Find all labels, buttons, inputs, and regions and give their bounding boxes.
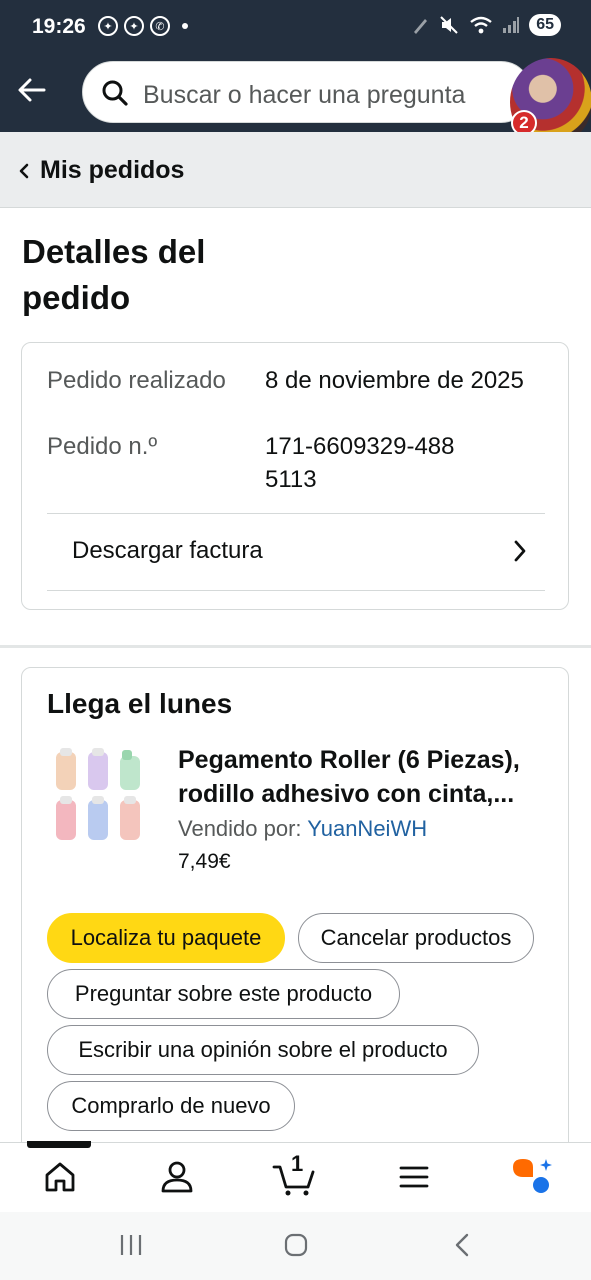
status-system-icons: 65 [411, 14, 561, 36]
signal-icon [503, 17, 520, 33]
account-icon[interactable] [157, 1157, 197, 1197]
product-title[interactable]: Pegamento Roller (6 Piezas), rodillo adh… [178, 743, 548, 811]
order-number-value: 171-6609329-4885113 [265, 433, 455, 493]
assistant-icon[interactable] [510, 1155, 554, 1199]
home-system-icon[interactable] [283, 1232, 309, 1258]
breadcrumb-label: Mis pedidos [40, 156, 185, 184]
wifi-icon [470, 16, 492, 34]
seller-link[interactable]: YuanNeiWH [307, 816, 427, 841]
cart-button[interactable]: 1 [272, 1151, 318, 1197]
seller-label: Vendido por: [178, 816, 302, 841]
ask-product-question-button[interactable]: Preguntar sobre este producto [47, 969, 400, 1019]
page-title: Detalles del pedido [22, 233, 206, 316]
chevron-left-icon [19, 163, 29, 179]
status-bar: 19:26 ✦ ✦ ✆ 65 [0, 0, 591, 56]
product-title-line1: Pegamento Roller (6 Piezas), [178, 746, 520, 774]
delivery-status-title: Llega el lunes [47, 688, 233, 719]
order-number-label: Pedido n.º [47, 433, 158, 460]
messenger-icon: ✦ [98, 16, 118, 36]
order-placed-value: 8 de noviembre de 2025 [265, 367, 524, 394]
search-icon [102, 80, 128, 106]
download-invoice-label: Descargar factura [72, 537, 263, 564]
chevron-right-icon [514, 540, 526, 562]
section-separator [0, 645, 591, 648]
product-title-line2: rodillo adhesivo con cinta,... [178, 780, 515, 808]
bottom-navigation: 1 [0, 1141, 591, 1212]
seller-info: Vendido por: YuanNeiWH [178, 816, 427, 842]
search-input[interactable]: Buscar o hacer una pregunta [82, 61, 532, 123]
divider [47, 590, 545, 591]
active-tab-indicator [27, 1141, 91, 1148]
order-info-card: Pedido realizado 8 de noviembre de 2025 … [21, 342, 569, 610]
mute-icon [440, 16, 458, 34]
search-placeholder: Buscar o hacer una pregunta [143, 81, 466, 109]
download-invoice-row[interactable]: Descargar factura [22, 514, 570, 590]
breadcrumb[interactable]: Mis pedidos [0, 132, 591, 208]
order-placed-label: Pedido realizado [47, 367, 226, 394]
system-navigation-bar [0, 1212, 591, 1280]
messenger-icon: ✦ [124, 16, 144, 36]
menu-icon[interactable] [394, 1157, 434, 1197]
write-review-button[interactable]: Escribir una opinión sobre el producto [47, 1025, 479, 1075]
track-package-button[interactable]: Localiza tu paquete [47, 913, 285, 963]
battery-indicator: 65 [529, 14, 561, 36]
recent-apps-icon[interactable] [118, 1232, 144, 1258]
home-icon[interactable] [40, 1157, 80, 1197]
status-time: 19:26 [32, 15, 86, 38]
shipment-card: Llega el lunes Pegamento Roller (6 Pieza… [21, 667, 569, 1167]
status-notification-icons: ✦ ✦ ✆ [98, 16, 188, 36]
product-image[interactable] [50, 746, 150, 846]
cart-count: 1 [291, 1151, 304, 1176]
buy-again-button[interactable]: Comprarlo de nuevo [47, 1081, 295, 1131]
cancel-items-button[interactable]: Cancelar productos [298, 913, 534, 963]
app-header: Buscar o hacer una pregunta 2 [0, 56, 591, 146]
pen-icon [414, 19, 428, 34]
back-system-icon[interactable] [450, 1232, 476, 1258]
product-price: 7,49€ [178, 850, 231, 873]
back-arrow-icon[interactable] [16, 74, 48, 106]
more-notifications-icon [182, 23, 188, 29]
whatsapp-icon: ✆ [150, 16, 170, 36]
